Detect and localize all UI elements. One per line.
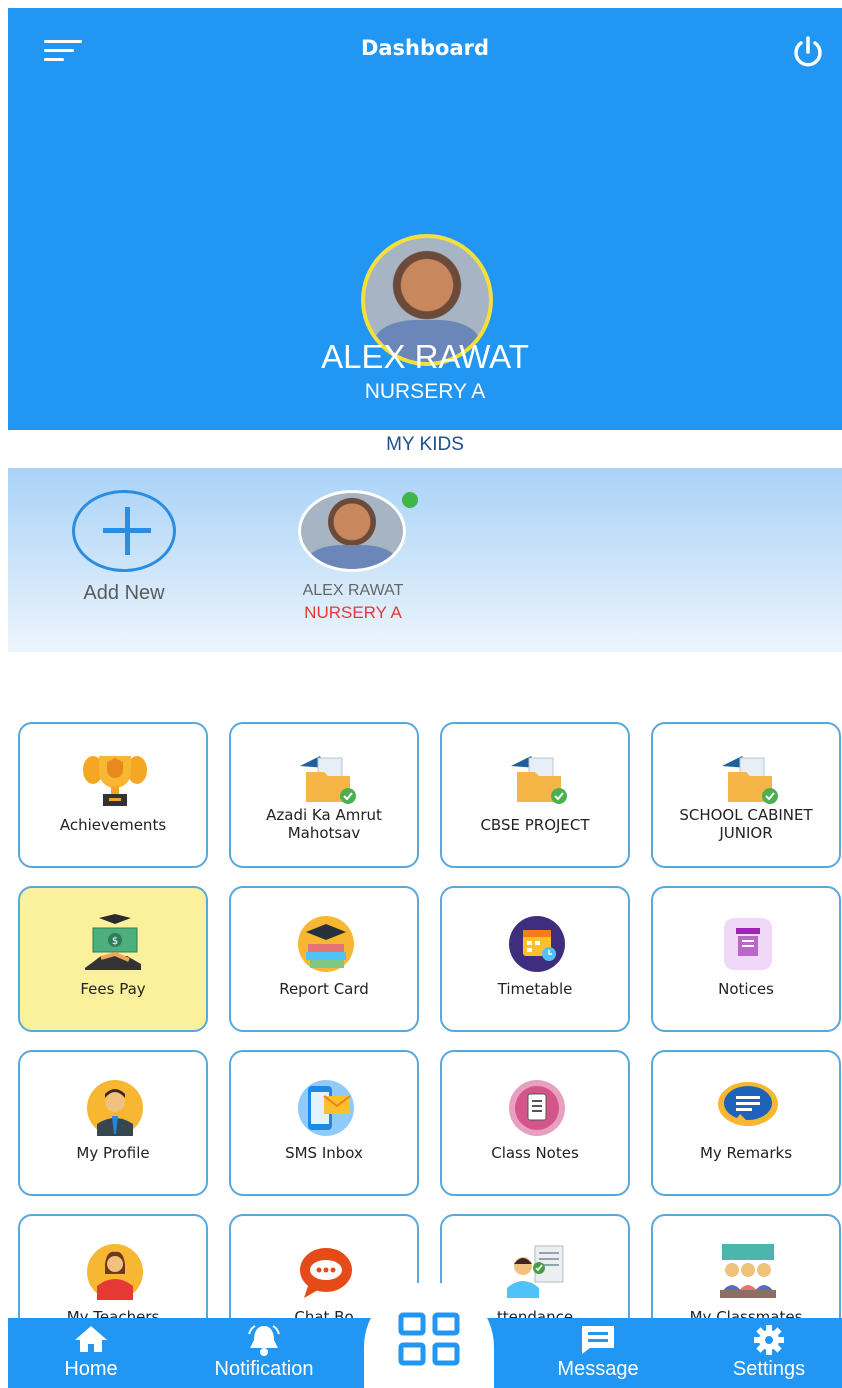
plus-icon: [72, 490, 176, 572]
notes-icon: [509, 1080, 565, 1136]
tile-label: Achievements: [59, 816, 167, 834]
feature-grid: Achievements Azadi Ka Amrut Mahotsav CBS…: [18, 722, 842, 1360]
logout-power-icon[interactable]: [788, 32, 828, 72]
tile-sms-inbox[interactable]: SMS Inbox: [229, 1050, 419, 1196]
student-name: ALEX RAWAT: [321, 338, 529, 375]
attendance-icon: [507, 1245, 564, 1298]
kid-name: ALEX RAWAT: [302, 582, 404, 599]
tile-label: Fees Pay: [80, 980, 146, 998]
tile-label: Azadi Ka Amrut Mahotsav: [266, 806, 382, 842]
tile-report-card[interactable]: Report Card: [229, 886, 419, 1032]
bell-icon: [248, 1325, 280, 1356]
page-title: Dashboard: [360, 36, 490, 60]
teacher-icon: [87, 1244, 143, 1300]
student-profile-icon: [87, 1080, 143, 1136]
tile-timetable[interactable]: Timetable: [440, 886, 630, 1032]
tile-label: My Profile: [76, 1144, 150, 1162]
tile-class-notes[interactable]: Class Notes: [440, 1050, 630, 1196]
tile-label: CBSE PROJECT: [480, 816, 590, 834]
student-class: NURSERY A: [364, 380, 486, 403]
tile-my-profile[interactable]: My Profile: [18, 1050, 208, 1196]
tile-label: Timetable: [497, 980, 573, 998]
kid-card[interactable]: ALEX RAWAT NURSERY A: [278, 490, 428, 640]
kid-avatar: [298, 490, 406, 572]
sms-inbox-icon: [298, 1080, 354, 1136]
nav-label: Settings: [732, 1358, 806, 1380]
tile-my-remarks[interactable]: My Remarks: [651, 1050, 841, 1196]
tile-label: SMS Inbox: [285, 1144, 363, 1162]
nav-message[interactable]: Message: [538, 1318, 658, 1388]
tile-label: Notices: [718, 980, 774, 998]
folder-check-icon: [300, 756, 356, 804]
dashboard-header: Dashboard ALEX RAWAT NURSERY A: [8, 8, 842, 430]
speech-bubble-icon: [718, 1082, 778, 1126]
folder-check-icon: [722, 756, 778, 804]
tile-cbse-project[interactable]: CBSE PROJECT: [440, 722, 630, 868]
tile-label: SCHOOL CABINET JUNIOR: [679, 806, 813, 842]
nav-settings[interactable]: Settings: [714, 1318, 824, 1388]
nav-label: Home: [64, 1358, 118, 1380]
online-status-dot: [402, 492, 418, 508]
add-new-kid-button[interactable]: Add New: [72, 490, 182, 610]
qr-code-icon: [398, 1312, 460, 1366]
tile-achievements[interactable]: Achievements: [18, 722, 208, 868]
add-new-label: Add New: [83, 582, 165, 604]
kid-class: NURSERY A: [304, 603, 402, 622]
home-icon: [75, 1326, 107, 1352]
folder-check-icon: [511, 756, 567, 804]
my-kids-heading: MY KIDS: [386, 434, 464, 455]
tile-fees-pay[interactable]: $ Fees Pay: [18, 886, 208, 1032]
my-kids-panel: Add New ALEX RAWAT NURSERY A: [8, 468, 842, 652]
trophy-icon: [83, 756, 147, 806]
nav-label: Message: [557, 1358, 639, 1380]
chat-icon: [300, 1248, 352, 1298]
message-icon: [582, 1326, 614, 1354]
nav-notification[interactable]: Notification: [194, 1318, 334, 1388]
tile-label: My Remarks: [699, 1144, 793, 1162]
money-hand-icon: $: [85, 914, 141, 970]
nav-label: Notification: [214, 1358, 314, 1380]
tile-notices[interactable]: Notices: [651, 886, 841, 1032]
tile-label: Class Notes: [491, 1144, 579, 1162]
notice-board-icon: [724, 918, 772, 970]
calendar-clock-icon: [509, 916, 565, 972]
tile-azadi-ka-amrut-mahotsav[interactable]: Azadi Ka Amrut Mahotsav: [229, 722, 419, 868]
classmates-icon: [720, 1244, 776, 1298]
tile-school-cabinet-junior[interactable]: SCHOOL CABINET JUNIOR: [651, 722, 841, 868]
tile-label: Report Card: [279, 980, 369, 998]
nav-home[interactable]: Home: [36, 1318, 146, 1388]
gear-icon: [754, 1325, 784, 1355]
graduation-book-icon: [298, 916, 354, 972]
svg-text:$: $: [112, 936, 118, 947]
